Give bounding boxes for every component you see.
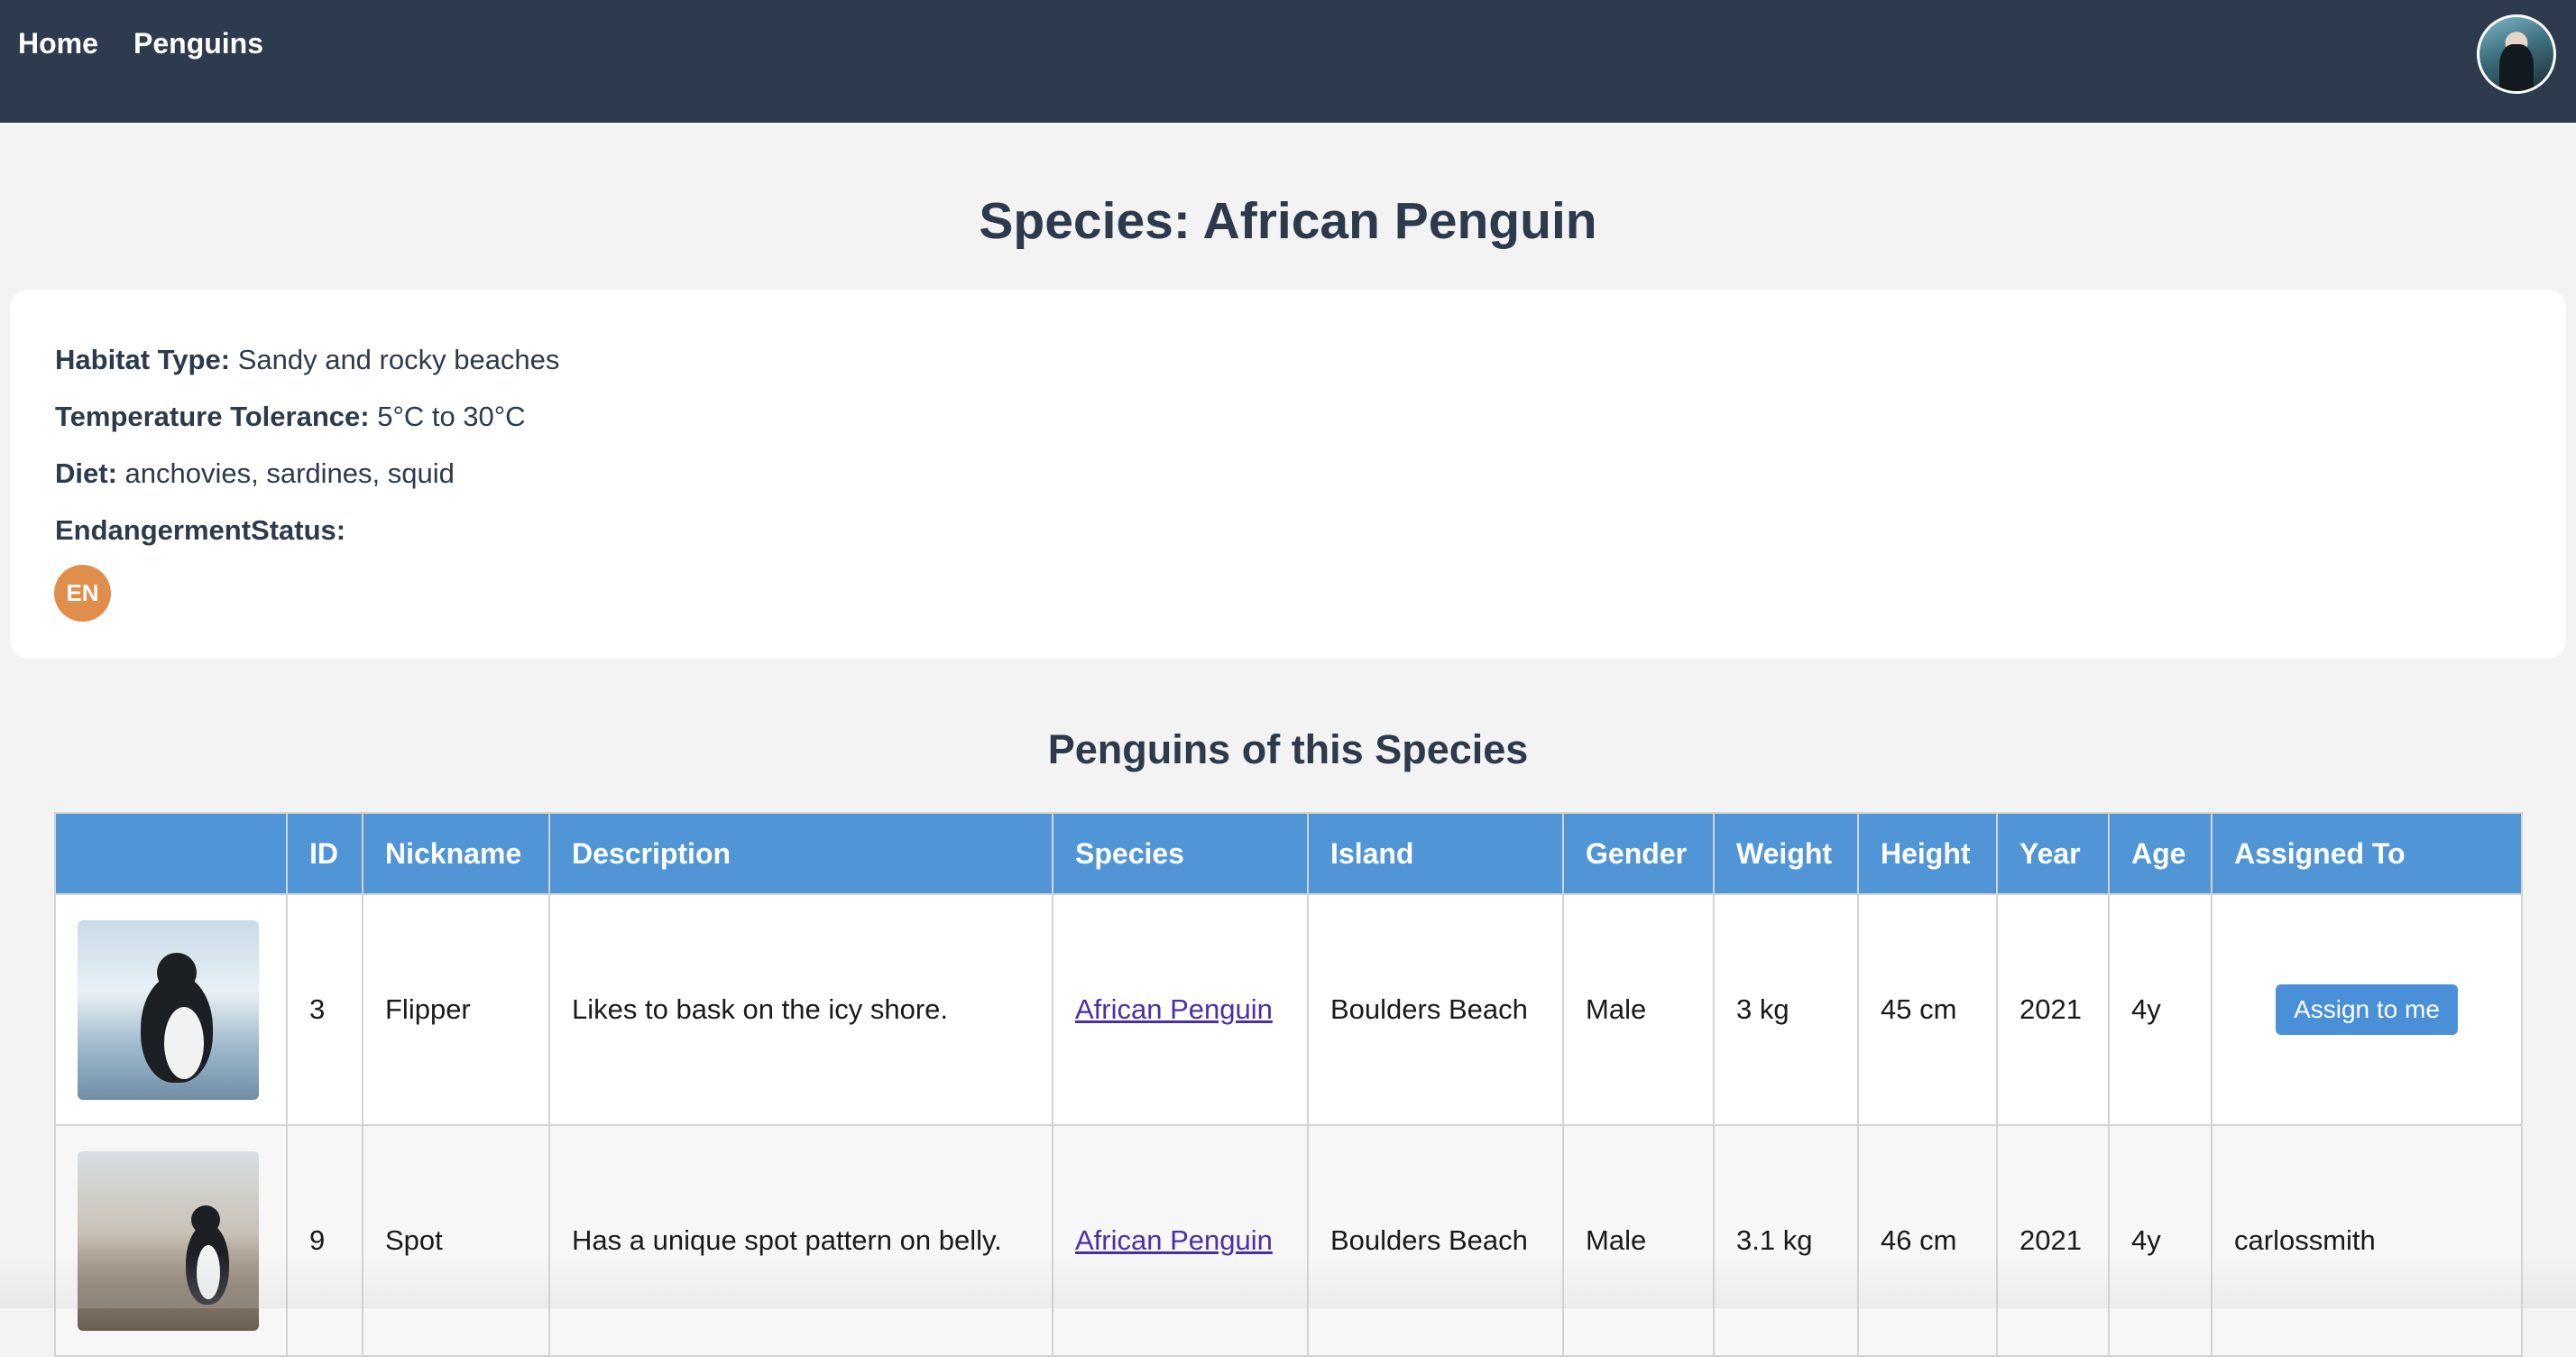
penguins-section-title: Penguins of this Species — [1047, 726, 1529, 772]
cell-description: Has a unique spot pattern on belly. — [548, 1124, 1053, 1357]
col-gender[interactable]: Gender — [1562, 812, 1715, 895]
cell-island: Boulders Beach — [1307, 1124, 1564, 1357]
col-nickname[interactable]: Nickname — [362, 812, 550, 895]
cell-gender: Male — [1562, 1124, 1715, 1357]
assign-to-me-button[interactable]: Assign to me — [2276, 984, 2458, 1035]
temperature-value: 5°C to 30°C — [377, 401, 526, 432]
col-description[interactable]: Description — [548, 812, 1053, 895]
cell-nickname: Spot — [362, 1124, 550, 1357]
col-image — [54, 812, 288, 895]
cell-year: 2021 — [1996, 1124, 2110, 1357]
diet-label: Diet: — [55, 457, 117, 489]
col-weight[interactable]: Weight — [1713, 812, 1859, 895]
cell-age: 4y — [2108, 893, 2213, 1126]
col-year[interactable]: Year — [1996, 812, 2110, 895]
cell-id: 3 — [286, 893, 363, 1126]
penguin-photo[interactable] — [78, 919, 259, 1100]
cell-species: African Penguin — [1052, 1124, 1309, 1357]
col-id[interactable]: ID — [286, 812, 363, 895]
endangerment-status-badge: EN — [54, 565, 111, 622]
cell-weight: 3.1 kg — [1713, 1124, 1859, 1357]
table-row[interactable]: 3 Flipper Likes to bask on the icy shore… — [54, 893, 2523, 1126]
habitat-value: Sandy and rocky beaches — [237, 344, 560, 375]
species-link[interactable]: African Penguin — [1075, 993, 1273, 1025]
status-row: EndangermentStatus: — [55, 514, 345, 547]
col-island[interactable]: Island — [1307, 812, 1564, 895]
temperature-label: Temperature Tolerance: — [55, 401, 370, 432]
cell-height: 46 cm — [1857, 1124, 1998, 1357]
cell-age: 4y — [2108, 1124, 2213, 1357]
col-species[interactable]: Species — [1052, 812, 1309, 895]
species-link[interactable]: African Penguin — [1075, 1224, 1273, 1256]
cell-year: 2021 — [1996, 893, 2110, 1126]
image-cell — [54, 893, 288, 1126]
col-assigned-to[interactable]: Assigned To — [2211, 812, 2523, 895]
habitat-label: Habitat Type: — [55, 344, 231, 375]
image-cell — [54, 1124, 288, 1357]
cell-assigned-to: Assign to me — [2211, 893, 2523, 1126]
cell-species: African Penguin — [1052, 893, 1309, 1126]
diet-value: anchovies, sardines, squid — [124, 457, 455, 489]
user-avatar[interactable] — [2477, 14, 2556, 94]
nav-penguins-link[interactable]: Penguins — [133, 27, 263, 60]
cell-assigned-to: carlossmith — [2211, 1124, 2523, 1357]
cell-island: Boulders Beach — [1307, 893, 1564, 1126]
cell-id: 9 — [286, 1124, 363, 1357]
penguin-photo[interactable] — [78, 1150, 259, 1331]
cell-gender: Male — [1562, 893, 1715, 1126]
top-navbar: Home Penguins — [0, 0, 2576, 123]
temperature-row: Temperature Tolerance: 5°C to 30°C — [55, 401, 526, 433]
page-title: Species: African Penguin — [979, 192, 1597, 250]
table-header-row: ID Nickname Description Species Island G… — [54, 812, 2523, 895]
species-info-card: Habitat Type: Sandy and rocky beaches Te… — [10, 290, 2566, 659]
cell-description: Likes to bask on the icy shore. — [548, 893, 1053, 1126]
cell-weight: 3 kg — [1713, 893, 1859, 1126]
status-label: EndangermentStatus: — [55, 514, 346, 546]
table-row[interactable]: 9 Spot Has a unique spot pattern on bell… — [54, 1124, 2523, 1357]
col-age[interactable]: Age — [2108, 812, 2213, 895]
habitat-row: Habitat Type: Sandy and rocky beaches — [55, 344, 559, 376]
nav-home-link[interactable]: Home — [18, 27, 98, 60]
diet-row: Diet: anchovies, sardines, squid — [55, 457, 455, 490]
col-height[interactable]: Height — [1857, 812, 1998, 895]
cell-nickname: Flipper — [362, 893, 550, 1126]
cell-height: 45 cm — [1857, 893, 1998, 1126]
penguins-table: ID Nickname Description Species Island G… — [54, 812, 2523, 1357]
